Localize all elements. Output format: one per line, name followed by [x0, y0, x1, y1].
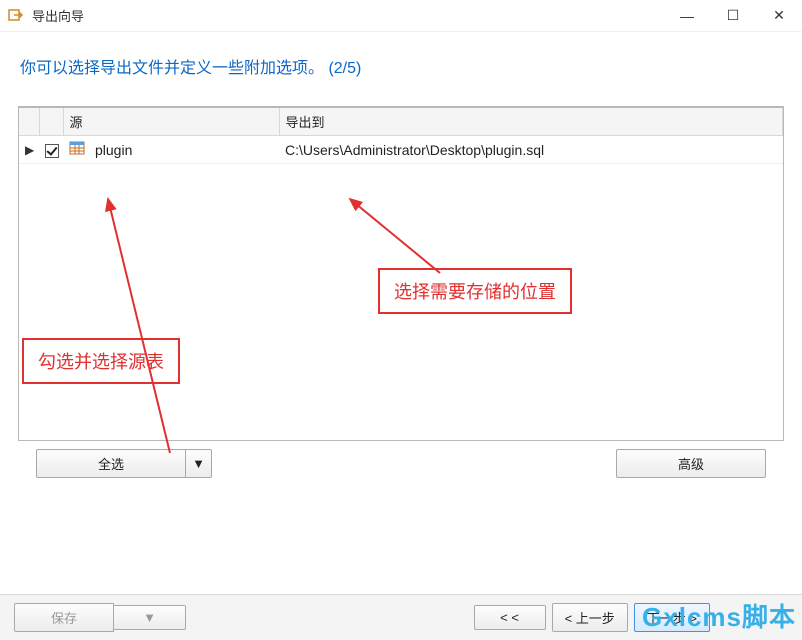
table-button-row: 全选 ▼ 高级 — [36, 449, 766, 478]
save-dropdown[interactable]: ▼ — [114, 605, 186, 630]
titlebar: 导出向导 — ☐ ✕ — [0, 0, 802, 32]
row-checkbox-cell[interactable] — [39, 136, 63, 164]
step-instruction: 你可以选择导出文件并定义一些附加选项。 (2/5) — [0, 32, 802, 96]
select-all-dropdown[interactable]: ▼ — [186, 449, 212, 478]
first-button[interactable]: < < — [474, 605, 546, 630]
select-all-button[interactable]: 全选 — [36, 449, 186, 478]
row-dest[interactable]: C:\Users\Administrator\Desktop\plugin.sq… — [279, 136, 782, 164]
maximize-button[interactable]: ☐ — [710, 0, 756, 31]
annotation-dest-hint: 选择需要存储的位置 — [378, 268, 572, 314]
window-title: 导出向导 — [32, 6, 84, 25]
minimize-button[interactable]: — — [664, 0, 710, 31]
advanced-button[interactable]: 高级 — [616, 449, 766, 478]
header-source[interactable]: 源 — [63, 108, 279, 136]
row-source-icon-cell — [63, 136, 89, 164]
save-button[interactable]: 保存 — [14, 603, 114, 632]
header-dest[interactable]: 导出到 — [279, 108, 782, 136]
table-header-row: 源 导出到 — [19, 108, 783, 136]
table-row[interactable]: ▶ — [19, 136, 783, 164]
row-source[interactable]: plugin — [89, 136, 279, 164]
row-checkbox[interactable] — [45, 144, 59, 158]
watermark: Gxlcms脚本 — [636, 595, 802, 636]
row-pointer-icon: ▶ — [19, 136, 39, 164]
close-button[interactable]: ✕ — [756, 0, 802, 31]
export-wizard-icon — [8, 8, 24, 24]
table-icon — [69, 140, 85, 159]
header-pointer — [19, 108, 39, 136]
prev-button[interactable]: < 上一步 — [552, 603, 628, 632]
window-controls: — ☐ ✕ — [664, 0, 802, 31]
annotation-source-hint: 勾选并选择源表 — [22, 338, 180, 384]
header-check — [39, 108, 63, 136]
